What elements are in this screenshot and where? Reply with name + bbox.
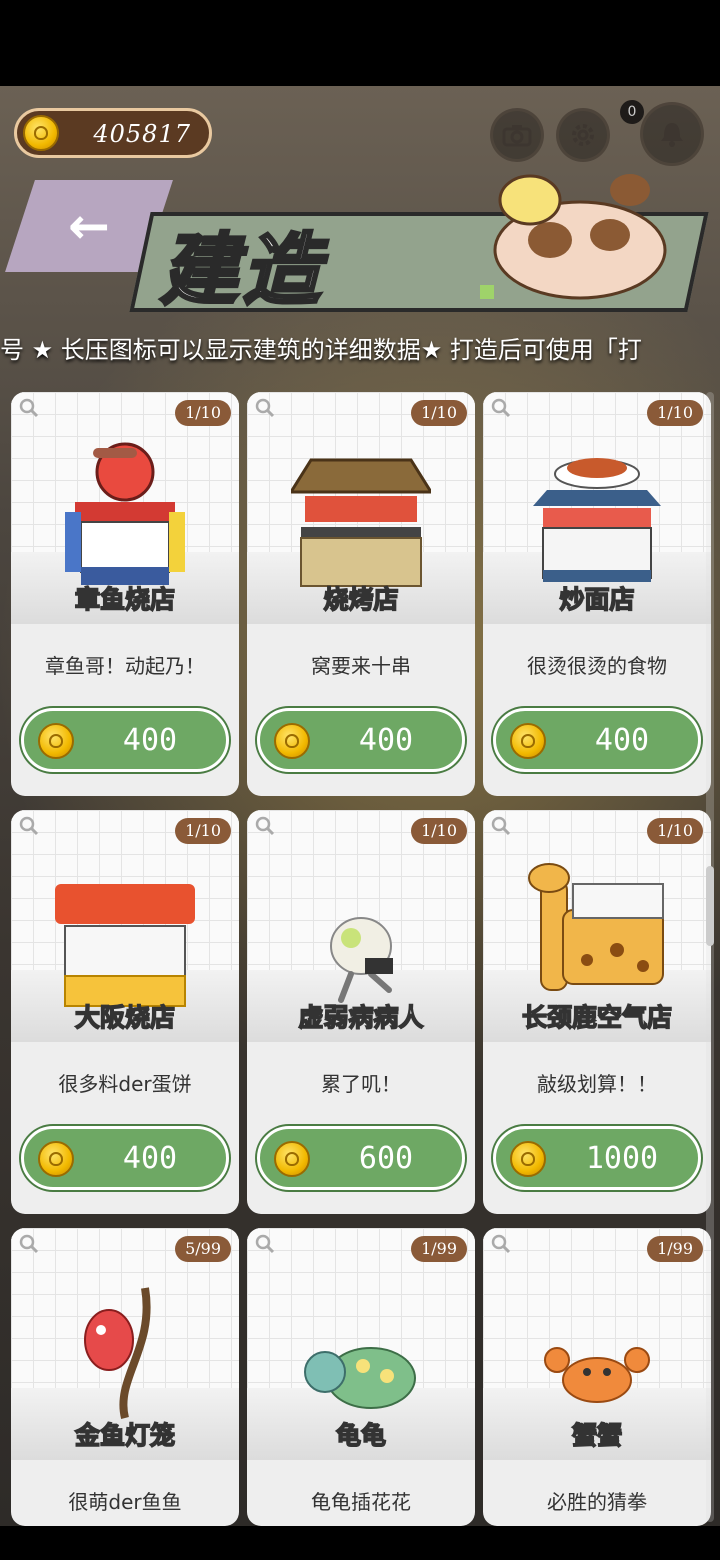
coin-counter: 405817	[14, 108, 212, 158]
building-name: 炒面店	[559, 584, 636, 615]
building-description: 很烫很烫的食物	[527, 654, 667, 678]
buy-button[interactable]: 1000	[493, 1126, 701, 1190]
build-card-yakiniku[interactable]: 1/10 烧烤店 窝要来十串 400	[247, 392, 475, 796]
price-label: 400	[122, 723, 178, 758]
crab-icon	[544, 1347, 650, 1403]
build-card-yakisoba[interactable]: 1/10 炒面店 很烫很烫的食物 400	[483, 392, 711, 796]
building-description: 龟龟插花花	[311, 1490, 411, 1514]
price-label: 600	[358, 1141, 414, 1176]
build-card-crab[interactable]: 1/99 蟹蟹 必胜的猜拳	[483, 1228, 711, 1526]
building-description: 敲级划算！！	[537, 1072, 657, 1096]
owned-count: 1/99	[411, 1236, 467, 1262]
owned-count: 1/99	[647, 1236, 703, 1262]
coin-icon	[38, 723, 74, 759]
buy-button[interactable]: 400	[21, 708, 229, 772]
camera-icon[interactable]	[490, 108, 544, 162]
giraffe-stand-icon	[528, 863, 664, 991]
notification-badge: 0	[620, 100, 644, 124]
goldfish-lantern-icon	[84, 1287, 151, 1419]
building-name: 龟龟	[335, 1420, 387, 1451]
owned-count: 1/10	[175, 818, 231, 844]
magnifier-icon[interactable]	[19, 816, 39, 836]
building-name: 蟹蟹	[571, 1420, 623, 1451]
status-bar	[0, 0, 720, 86]
building-description: 很萌der鱼鱼	[68, 1490, 182, 1514]
coin-icon	[38, 1141, 74, 1177]
building-description: 必胜的猜拳	[547, 1490, 647, 1514]
hint-marquee: 号 ★ 长压图标可以显示建筑的详细数据★ 打造后可使用「打	[0, 336, 642, 364]
build-card-goldfish-lantern[interactable]: 5/99 金鱼灯笼 很萌der鱼鱼	[11, 1228, 239, 1526]
building-name: 章鱼烧店	[74, 584, 176, 615]
magnifier-icon[interactable]	[255, 816, 275, 836]
build-card-turtle[interactable]: 1/99 龟龟 龟龟插花花	[247, 1228, 475, 1526]
okonomiyaki-stand-icon	[55, 884, 195, 1007]
magnifier-icon[interactable]	[255, 1234, 275, 1254]
magnifier-icon[interactable]	[255, 398, 275, 418]
owned-count: 1/10	[647, 400, 703, 426]
owned-count: 5/99	[175, 1236, 231, 1262]
building-name: 烧烤店	[323, 584, 400, 615]
build-card-sick-patient[interactable]: 1/10 虚弱病病人 累了叽！ 600	[247, 810, 475, 1214]
price-label: 1000	[585, 1141, 659, 1176]
building-description: 累了叽！	[321, 1072, 401, 1096]
building-description: 窝要来十串	[311, 654, 411, 678]
coin-icon	[510, 1141, 546, 1177]
building-name: 金鱼灯笼	[74, 1420, 176, 1451]
build-card-giraffe[interactable]: 1/10 长颈鹿空气店 敲级划算！！ 1000	[483, 810, 711, 1214]
coin-icon	[23, 115, 59, 151]
buy-button[interactable]: 600	[257, 1126, 465, 1190]
coin-balance: 405817	[93, 120, 191, 148]
magnifier-icon[interactable]	[491, 1234, 511, 1254]
coin-icon	[274, 723, 310, 759]
price-label: 400	[122, 1141, 178, 1176]
gear-icon[interactable]	[556, 108, 610, 162]
scrollbar-thumb[interactable]	[706, 866, 714, 946]
coin-icon	[510, 723, 546, 759]
bell-icon[interactable]	[640, 102, 704, 166]
owned-count: 1/10	[411, 818, 467, 844]
yakisoba-stand-icon	[533, 458, 661, 582]
price-label: 400	[358, 723, 414, 758]
back-arrow-icon: ←	[68, 197, 110, 255]
turtle-icon	[304, 1347, 416, 1409]
build-card-okonomiyaki[interactable]: 1/10 大阪烧店 很多料der蛋饼 400	[11, 810, 239, 1214]
scrollbar-track[interactable]	[706, 392, 714, 1522]
bottom-bar	[0, 1526, 720, 1560]
owned-count: 1/10	[411, 400, 467, 426]
page-title: 建造	[158, 225, 325, 318]
build-card-takoyaki[interactable]: 1/10 章鱼烧店 章鱼哥！动起乃！ 400	[11, 392, 239, 796]
buy-button[interactable]: 400	[21, 1126, 229, 1190]
dog-mascot-icon	[480, 174, 667, 300]
owned-count: 1/10	[175, 400, 231, 426]
magnifier-icon[interactable]	[19, 398, 39, 418]
magnifier-icon[interactable]	[491, 398, 511, 418]
building-name: 大阪烧店	[74, 1002, 176, 1033]
price-label: 400	[594, 723, 650, 758]
building-description: 很多料der蛋饼	[58, 1072, 192, 1096]
owned-count: 1/10	[647, 818, 703, 844]
building-description: 章鱼哥！动起乃！	[45, 654, 205, 678]
coin-icon	[274, 1141, 310, 1177]
magnifier-icon[interactable]	[491, 816, 511, 836]
buy-button[interactable]: 400	[493, 708, 701, 772]
building-name: 虚弱病病人	[298, 1002, 425, 1033]
sick-character-icon	[330, 917, 393, 1003]
takoyaki-stand-icon	[65, 442, 185, 585]
magnifier-icon[interactable]	[19, 1234, 39, 1254]
building-name: 长颈鹿空气店	[521, 1002, 673, 1033]
buy-button[interactable]: 400	[257, 708, 465, 772]
yakiniku-stand-icon	[291, 458, 431, 587]
